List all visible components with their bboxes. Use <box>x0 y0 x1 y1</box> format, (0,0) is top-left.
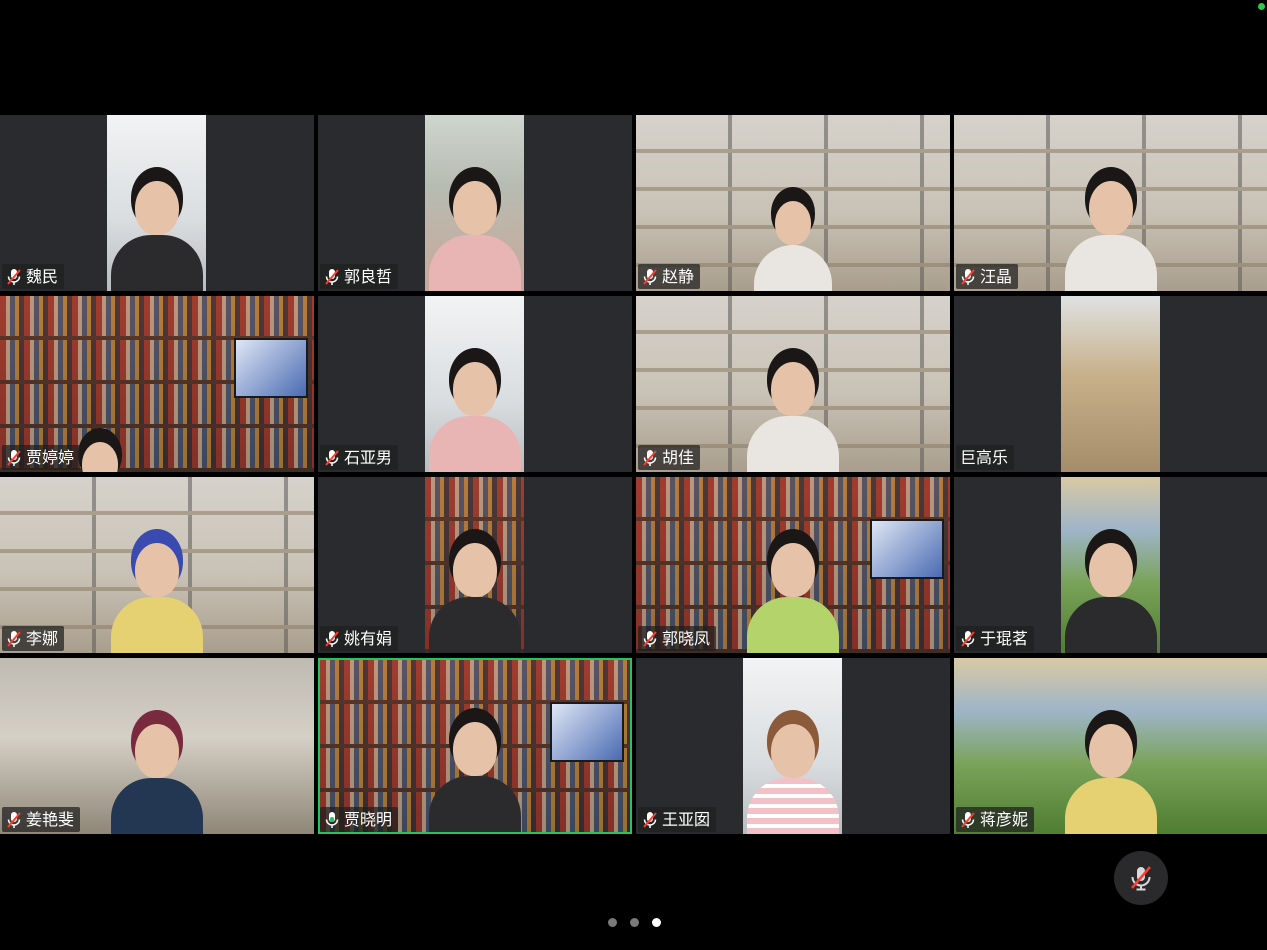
name-label: 李娜 <box>2 626 65 651</box>
name-label: 汪晶 <box>956 264 1019 289</box>
participant-tile[interactable]: 贾婷婷 <box>0 296 314 472</box>
meeting-window: 魏民 郭良哲 赵静 汪晶 贾婷婷 石亚男 胡佳 巨高乐 李娜 姚有娟 郭晓凤 于… <box>0 0 1267 950</box>
video-feed <box>743 658 842 834</box>
name-label: 赵静 <box>638 264 701 289</box>
participant-video <box>754 191 832 291</box>
participant-video <box>1065 171 1157 291</box>
participant-name: 于琨茗 <box>980 629 1029 648</box>
video-feed <box>425 296 524 472</box>
name-label: 石亚男 <box>320 445 399 470</box>
page-dot-3-current[interactable] <box>652 918 661 927</box>
participant-tile[interactable]: 李娜 <box>0 477 314 653</box>
participant-video <box>110 171 203 291</box>
name-label: 蒋彦妮 <box>956 807 1035 832</box>
participant-name: 巨高乐 <box>960 448 1009 467</box>
participant-tile[interactable]: 汪晶 <box>954 115 1267 291</box>
participant-name: 李娜 <box>26 629 59 648</box>
name-label: 巨高乐 <box>956 445 1015 470</box>
mic-muted-icon <box>1131 866 1151 891</box>
mic-muted-icon <box>961 268 975 285</box>
name-label: 郭良哲 <box>320 264 399 289</box>
page-indicator <box>608 918 661 927</box>
mic-muted-icon <box>325 630 339 647</box>
mic-muted-icon <box>961 811 975 828</box>
mic-muted-icon <box>643 811 657 828</box>
participant-video <box>111 714 203 834</box>
mic-muted-icon <box>7 268 21 285</box>
participant-tile[interactable]: 姜艳斐 <box>0 658 314 834</box>
participant-tile[interactable]: 姚有娟 <box>318 477 632 653</box>
participant-tile[interactable]: 于琨茗 <box>954 477 1267 653</box>
mic-muted-icon <box>7 630 21 647</box>
participant-video <box>1064 533 1157 653</box>
name-label: 于琨茗 <box>956 626 1035 651</box>
participant-name: 石亚男 <box>344 448 393 467</box>
participant-tile[interactable]: 郭良哲 <box>318 115 632 291</box>
participant-video <box>428 171 521 291</box>
page-dot-2[interactable] <box>630 918 639 927</box>
video-feed <box>425 477 524 653</box>
participant-tile[interactable]: 赵静 <box>636 115 950 291</box>
mute-toggle-button[interactable] <box>1114 851 1168 905</box>
participant-name: 汪晶 <box>980 267 1013 286</box>
participant-tile[interactable]: 郭晓凤 <box>636 477 950 653</box>
monitor-image <box>550 702 624 762</box>
video-grid: 魏民 郭良哲 赵静 汪晶 贾婷婷 石亚男 胡佳 巨高乐 李娜 姚有娟 郭晓凤 于… <box>0 115 1267 835</box>
mic-muted-icon <box>643 449 657 466</box>
participant-tile[interactable]: 巨高乐 <box>954 296 1267 472</box>
participant-tile[interactable]: 胡佳 <box>636 296 950 472</box>
participant-video <box>747 352 839 472</box>
monitor-image <box>234 338 308 398</box>
mic-muted-icon <box>643 630 657 647</box>
mic-active-icon <box>325 811 339 828</box>
video-feed <box>1061 296 1160 472</box>
participant-tile[interactable]: 蒋彦妮 <box>954 658 1267 834</box>
name-label: 魏民 <box>2 264 65 289</box>
participant-video <box>746 714 839 834</box>
mic-muted-icon <box>325 268 339 285</box>
name-label: 郭晓凤 <box>638 626 717 651</box>
participant-video <box>428 352 521 472</box>
participant-video <box>1065 714 1157 834</box>
participant-name: 贾婷婷 <box>26 448 75 467</box>
participant-name: 赵静 <box>662 267 695 286</box>
participant-name: 姚有娟 <box>344 629 393 648</box>
participant-tile[interactable]: 魏民 <box>0 115 314 291</box>
participant-video <box>429 712 521 832</box>
name-label: 姚有娟 <box>320 626 399 651</box>
mic-muted-icon <box>325 449 339 466</box>
page-dot-1[interactable] <box>608 918 617 927</box>
monitor-image <box>870 519 944 579</box>
participant-video <box>747 533 839 653</box>
name-label: 王亚囡 <box>638 807 717 832</box>
name-label: 贾晓明 <box>320 807 399 832</box>
participant-name: 魏民 <box>26 267 59 286</box>
participant-name: 姜艳斐 <box>26 810 75 829</box>
video-feed <box>425 115 524 291</box>
participant-video <box>428 533 521 653</box>
participant-video <box>111 533 203 653</box>
mic-muted-icon <box>7 811 21 828</box>
recording-status-indicator <box>1258 3 1265 10</box>
mic-muted-icon <box>7 449 21 466</box>
name-label: 胡佳 <box>638 445 701 470</box>
participant-name: 贾晓明 <box>344 810 393 829</box>
name-label: 贾婷婷 <box>2 445 81 470</box>
mic-muted-icon <box>643 268 657 285</box>
participant-name: 郭良哲 <box>344 267 393 286</box>
participant-name: 郭晓凤 <box>662 629 711 648</box>
participant-name: 胡佳 <box>662 448 695 467</box>
name-label: 姜艳斐 <box>2 807 81 832</box>
participant-name: 蒋彦妮 <box>980 810 1029 829</box>
mic-muted-icon <box>961 630 975 647</box>
participant-name: 王亚囡 <box>662 810 711 829</box>
video-feed <box>107 115 206 291</box>
video-feed <box>1061 477 1160 653</box>
participant-tile-active-speaker[interactable]: 贾晓明 <box>318 658 632 834</box>
participant-tile[interactable]: 石亚男 <box>318 296 632 472</box>
participant-tile[interactable]: 王亚囡 <box>636 658 950 834</box>
